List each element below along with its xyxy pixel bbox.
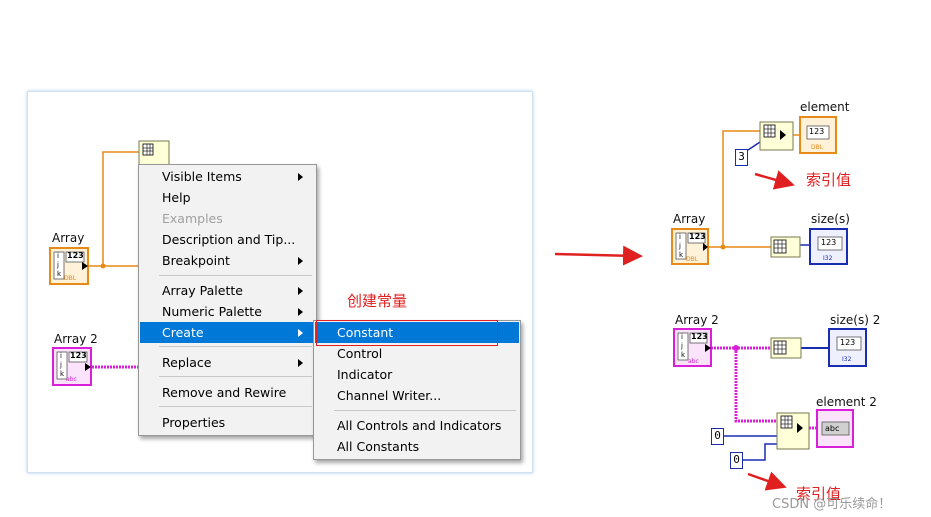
element2-label: element 2 <box>816 395 877 409</box>
wire-junction <box>720 244 726 250</box>
orange-wire <box>708 130 760 248</box>
dbl-tag: DBL <box>686 256 699 263</box>
i32-tag: I32 <box>842 356 852 363</box>
sizes2-label: size(s) 2 <box>830 313 881 327</box>
annotation-arrow-icon <box>747 471 787 491</box>
array-node-text: 123 <box>689 232 706 241</box>
annotation-index-value-1: 索引值 <box>806 171 852 189</box>
index-array-node[interactable] <box>776 412 810 450</box>
annotation-arrow-icon <box>754 170 795 190</box>
array-label: Array <box>673 212 706 226</box>
array-index-i: i <box>679 233 681 241</box>
array2-label: Array 2 <box>675 313 719 327</box>
index-constant-0-second[interactable]: 0 <box>730 452 743 469</box>
right-diagram <box>554 116 867 491</box>
pink-wire <box>734 348 777 423</box>
element-node-text: 123 <box>809 127 825 136</box>
array2-index-i: i <box>681 333 683 341</box>
blue-wire <box>747 141 761 151</box>
transition-arrow-icon <box>554 245 643 266</box>
array2-node-text: 123 <box>691 332 708 341</box>
sizes-node-text: 123 <box>821 238 837 247</box>
index-array-node[interactable] <box>759 121 794 151</box>
array2-index-k: k <box>681 351 686 359</box>
element2-node-text: abc <box>825 424 840 433</box>
index-constant-0[interactable]: 0 <box>711 428 724 445</box>
element-label: element <box>800 100 850 114</box>
abc-tag: abc <box>688 358 699 365</box>
sizes-label: size(s) <box>811 212 850 226</box>
wire-junction <box>733 345 739 351</box>
watermark: CSDN @可乐续命！ <box>772 497 892 512</box>
array-size-node[interactable] <box>770 337 802 359</box>
array-index-j: j <box>679 242 681 250</box>
index-constant-3[interactable]: 3 <box>735 149 748 166</box>
array-size-node[interactable] <box>770 236 801 258</box>
sizes2-node-text: 123 <box>840 338 856 347</box>
array2-index-j: j <box>681 342 683 350</box>
dbl-tag: DBL <box>811 144 824 151</box>
i32-tag: I32 <box>823 255 833 262</box>
array-index-k: k <box>679 251 684 259</box>
blue-wire <box>743 443 777 461</box>
